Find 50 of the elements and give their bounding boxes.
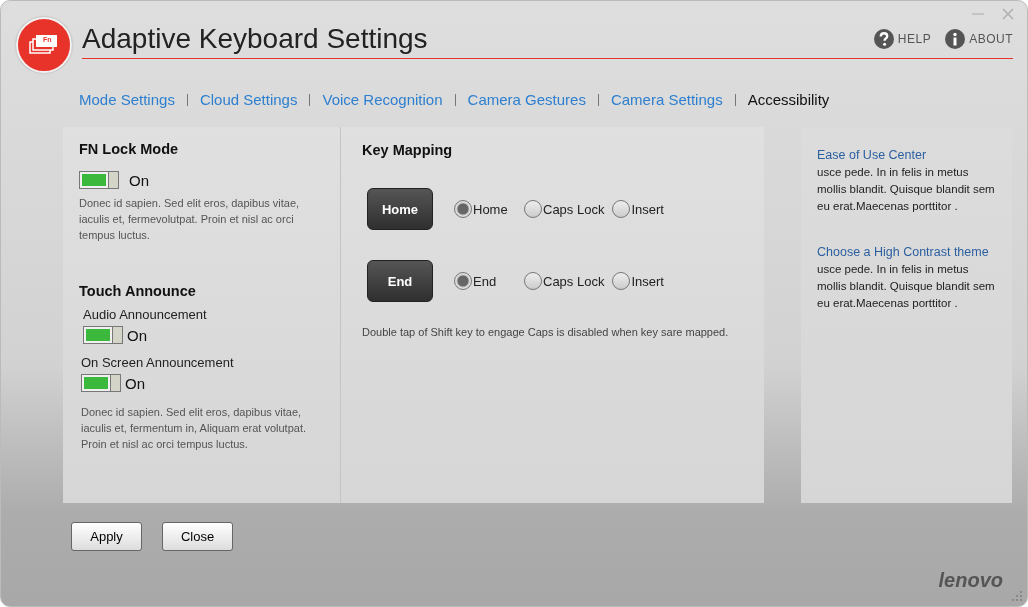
radio-button[interactable] (454, 200, 472, 218)
info-icon (945, 29, 966, 49)
close-icon[interactable] (1001, 7, 1015, 21)
key-button[interactable]: Home (367, 188, 433, 230)
help-icon (873, 29, 894, 49)
close-button[interactable]: Close (162, 522, 233, 551)
radio-button[interactable] (524, 272, 542, 290)
side-link[interactable]: Choose a High Contrast theme (817, 245, 1012, 259)
radio-label: End (473, 273, 497, 289)
side-text: usce pede. In in felis in metus mollis blandit. Quisque blandit sem eu erat.Maecenas porttitor . (817, 165, 996, 214)
radio-label: Insert (631, 273, 664, 289)
radio-button[interactable] (612, 200, 631, 218)
toggle-label: On (127, 326, 147, 344)
section-heading: FN Lock Mode (79, 141, 180, 157)
apply-button[interactable]: Apply (71, 522, 142, 551)
side-link[interactable]: Ease of Use Center (817, 148, 1012, 162)
radio-label: Home (473, 201, 508, 217)
window-title: Adaptive Keyboard Settings (82, 22, 428, 55)
radio-option[interactable]: Home (454, 200, 516, 218)
cards-icon (29, 33, 59, 57)
toggle-switch[interactable] (83, 326, 123, 344)
side-text: usce pede. In in felis in metus mollis blandit. Quisque blandit sem eu erat.Maecenas porttitor . (817, 262, 996, 311)
resize-grip-icon[interactable] (1011, 590, 1023, 602)
radio-label: Insert (631, 201, 664, 217)
radio-button[interactable] (524, 200, 542, 218)
section-heading: Key Mapping (362, 142, 454, 158)
about-link[interactable]: ABOUT (945, 29, 1013, 49)
radio-label: Caps Lock (543, 273, 605, 289)
toggle-label: On (129, 171, 149, 189)
setting-label: Audio Announcement (83, 307, 208, 322)
key-button[interactable]: End (367, 260, 433, 302)
toggle-label: On (125, 374, 145, 392)
radio-button[interactable] (454, 272, 472, 290)
radio-option[interactable]: Insert (612, 272, 664, 290)
toggle-switch[interactable] (79, 171, 119, 189)
section-heading: Touch Announce (79, 283, 197, 299)
note-text: Double tap of Shift key to engage Caps is disabled when key sare mapped. (362, 326, 730, 338)
brand-logo: lenovo (938, 569, 1003, 592)
help-link[interactable]: HELP (873, 29, 932, 49)
radio-label: Caps Lock (543, 201, 605, 217)
description-text: Donec id sapien. Sed elit eros, dapibus vitae, iaculis et, fermentum in, Aliquam erat volutpat. Proin et nisl ac orci tempus luctus. (81, 405, 307, 452)
radio-option[interactable]: Insert (612, 200, 664, 218)
description-text: Donec id sapien. Sed elit eros, dapibus vitae, iaculis et, fermevolutpat. Proin et nisl ac orci tempus luctus. (79, 196, 301, 243)
radio-option[interactable]: Caps Lock (524, 272, 605, 290)
radio-button[interactable] (612, 272, 631, 290)
setting-label: On Screen Announcement (81, 355, 235, 370)
radio-option[interactable]: Caps Lock (524, 200, 605, 218)
toggle-switch[interactable] (81, 374, 121, 392)
radio-option[interactable]: End (454, 272, 516, 290)
tab[interactable]: Accessibility (747, 91, 830, 108)
